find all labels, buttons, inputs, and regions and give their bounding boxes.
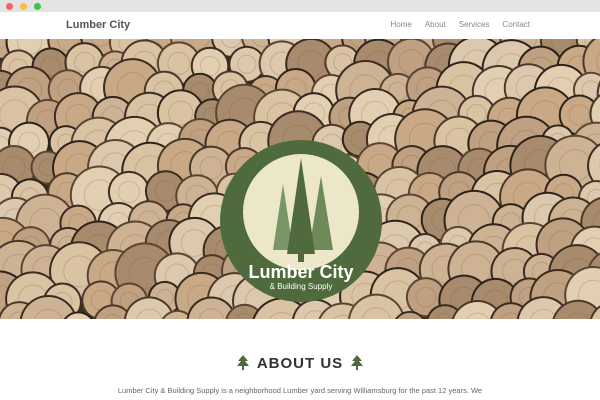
about-heading: ABOUT US: [0, 355, 600, 372]
nav-home[interactable]: Home: [390, 20, 411, 29]
about-heading-text: ABOUT US: [256, 355, 344, 372]
browser-window: Lumber City Home About Services Contact …: [0, 0, 600, 400]
close-window-button[interactable]: [6, 3, 13, 10]
tree-icon: [236, 355, 249, 370]
logo-inner-circle: [243, 154, 359, 270]
maximize-window-button[interactable]: [34, 3, 41, 10]
hero-banner: Lumber City & Building Supply: [0, 39, 600, 319]
nav-services[interactable]: Services: [459, 20, 490, 29]
logo-title: Lumber City: [248, 262, 354, 282]
nav-contact[interactable]: Contact: [502, 20, 530, 29]
nav-links: Home About Services Contact: [377, 20, 530, 29]
site-logo: Lumber City & Building Supply: [220, 140, 382, 302]
pine-trees-icon: [273, 158, 333, 262]
about-section: ABOUT US Lumber City & Building Supply i…: [0, 319, 600, 400]
logo-subtitle: & Building Supply: [269, 282, 333, 291]
minimize-window-button[interactable]: [20, 3, 27, 10]
site-brand[interactable]: Lumber City: [66, 19, 130, 31]
about-text: Lumber City & Building Supply is a neigh…: [117, 386, 483, 395]
tree-icon: [351, 355, 364, 370]
top-navbar: Lumber City Home About Services Contact: [0, 12, 600, 40]
nav-about[interactable]: About: [425, 20, 446, 29]
